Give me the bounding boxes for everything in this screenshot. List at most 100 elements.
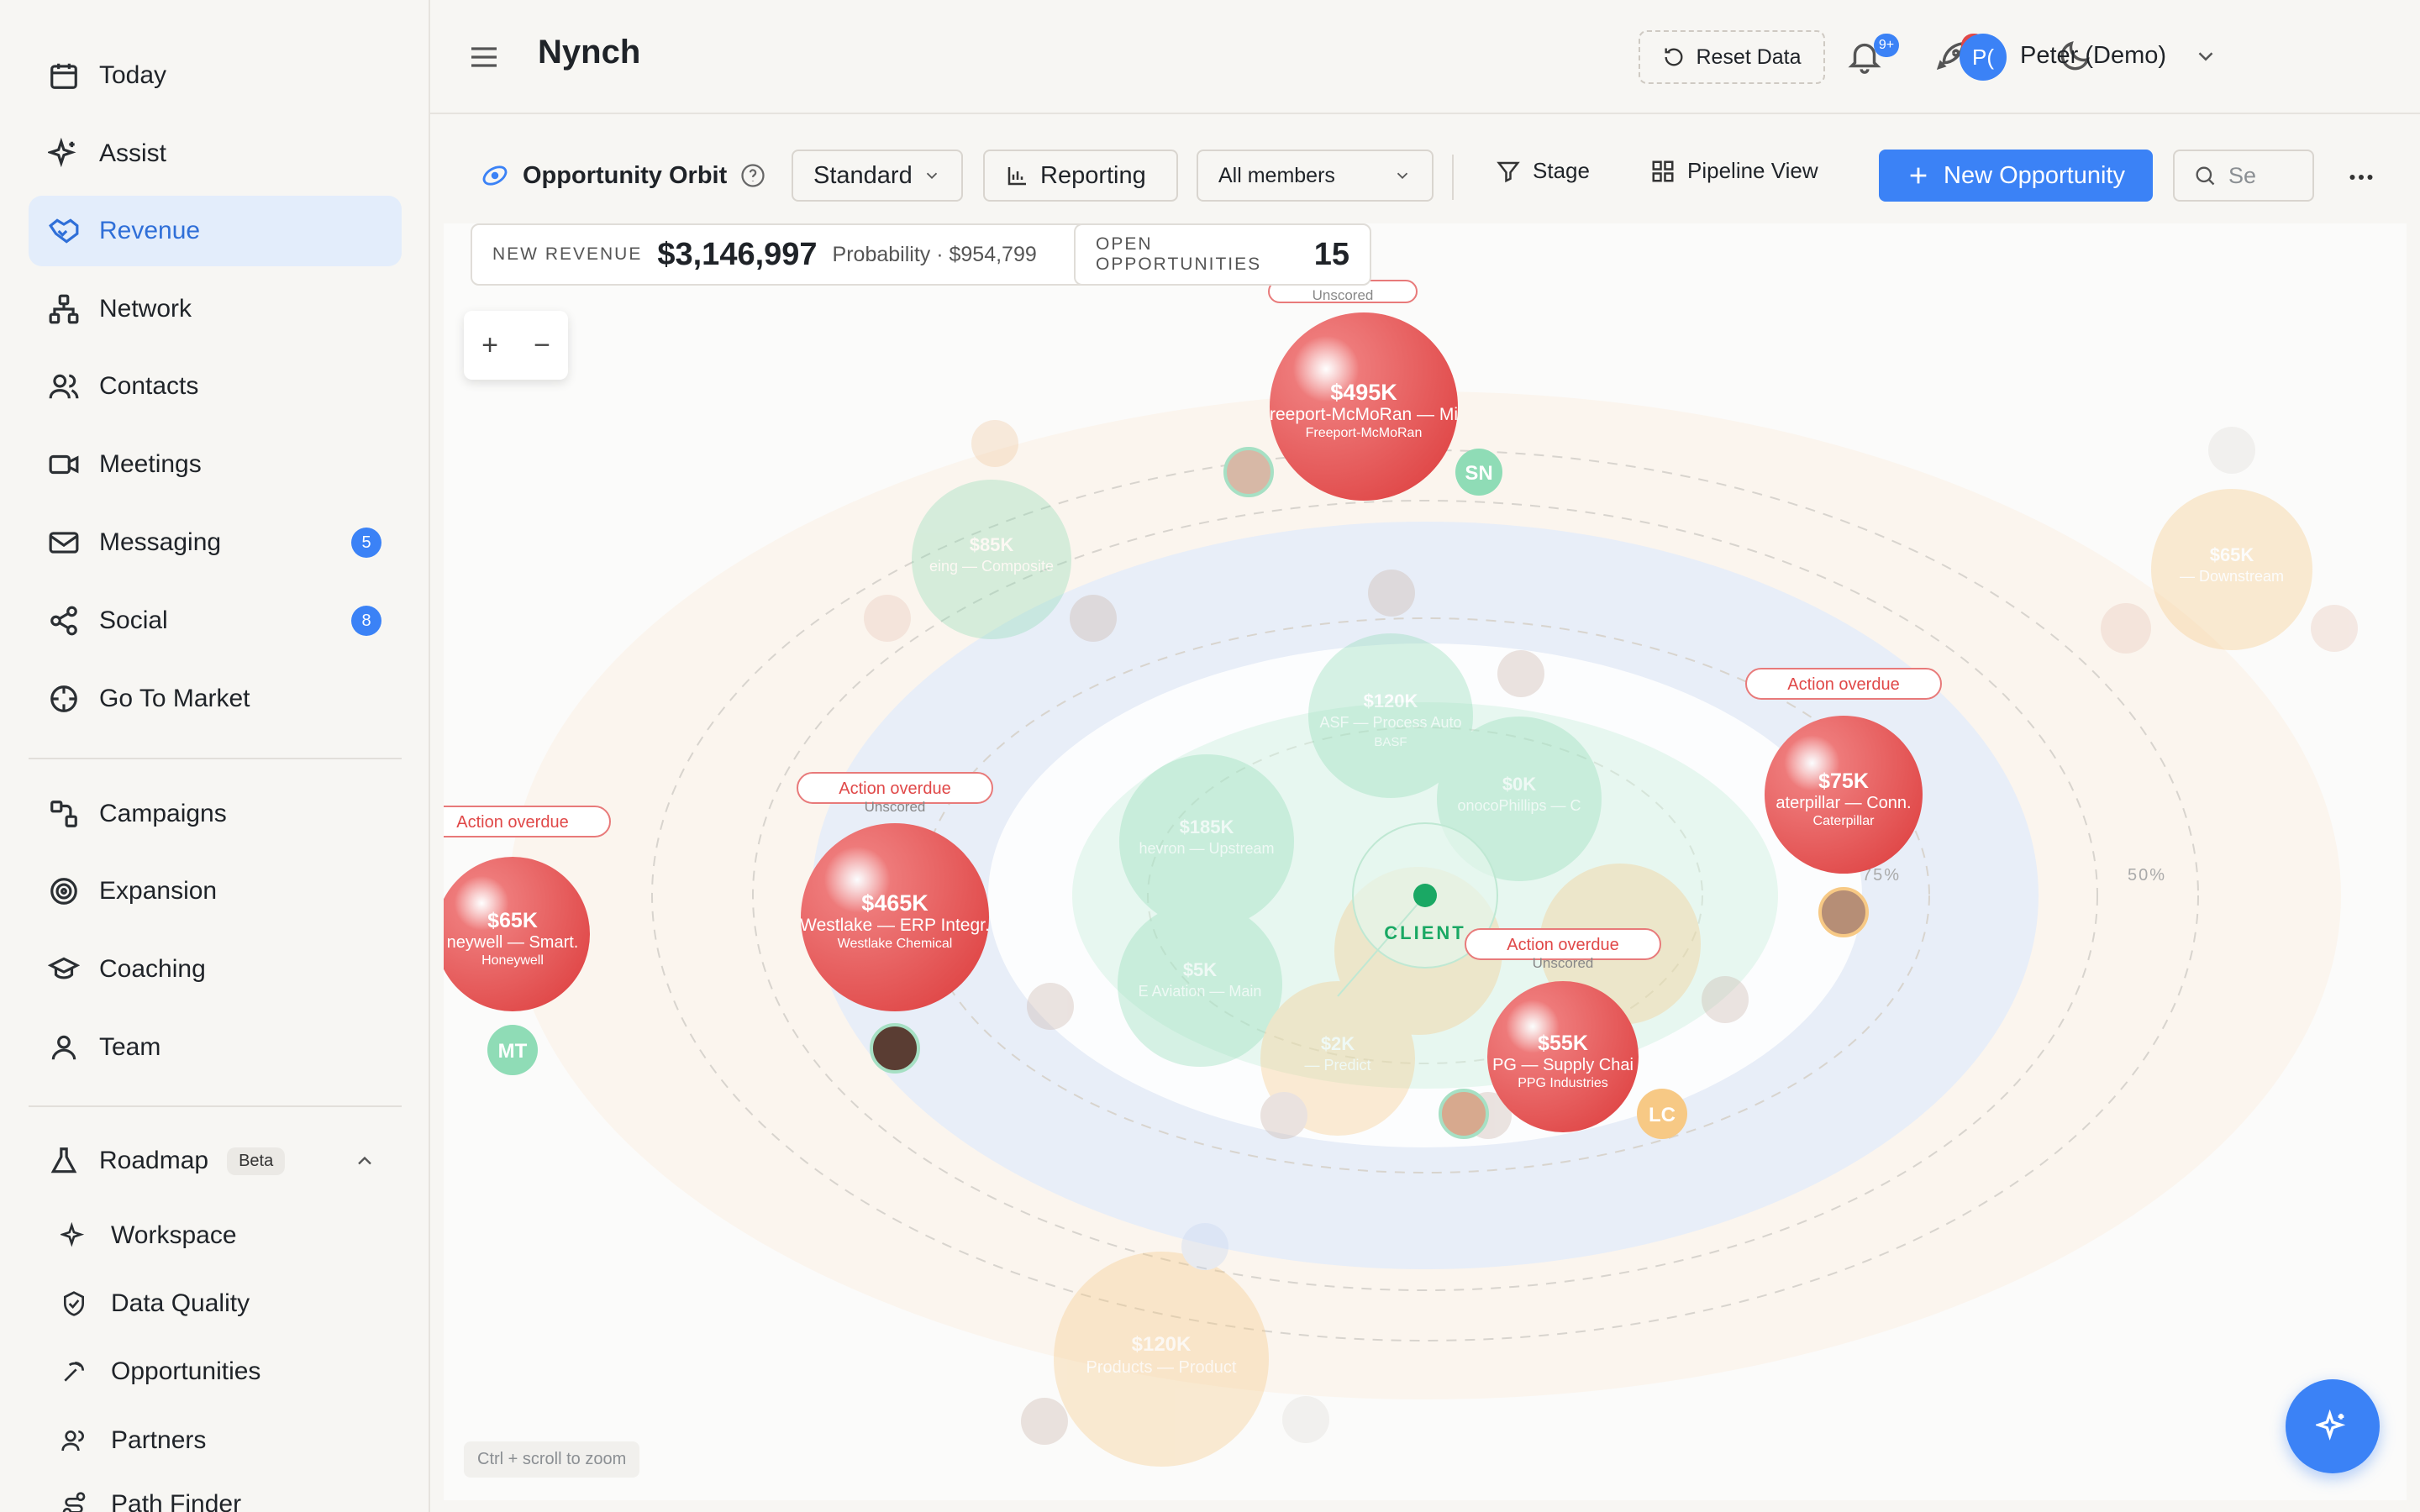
zoom-in-button[interactable]: +: [481, 329, 498, 362]
reset-data-button[interactable]: Reset Data: [1639, 30, 1825, 84]
members-select[interactable]: All members: [1197, 150, 1434, 202]
sidebar-item-team[interactable]: Team: [29, 1012, 402, 1083]
chevron-down-icon: [1397, 172, 1408, 180]
sidebar-subitem-label: Path Finder: [111, 1490, 242, 1512]
opportunity-freeport[interactable]: Unscored $495K reeport-McMoRan — Mi Free…: [1268, 280, 1458, 501]
opportunity-company: Freeport-McMoRan: [1306, 426, 1423, 440]
sidebar-subitem-partners[interactable]: Partners: [60, 1413, 206, 1468]
ring-label-50: 50%: [2128, 866, 2166, 885]
sidebar-item-go-to-market[interactable]: Go To Market: [29, 664, 402, 734]
sidebar-item-meetings[interactable]: Meetings: [29, 429, 402, 500]
faded-member-avatar: [1368, 570, 1415, 617]
faded-member-avatar: [1027, 983, 1074, 1030]
unscored-tag-label: Unscored: [865, 799, 926, 815]
ai-assist-button[interactable]: [2286, 1379, 2380, 1473]
sidebar-item-revenue[interactable]: Revenue: [29, 196, 402, 266]
member-avatar[interactable]: [1439, 1089, 1489, 1139]
zoom-out-button[interactable]: −: [534, 329, 550, 362]
search-placeholder: Se: [2228, 162, 2257, 188]
sidebar-subitem-workspace[interactable]: Workspace: [60, 1208, 237, 1263]
reset-icon: [1665, 48, 1683, 66]
member-initials: LC: [1649, 1104, 1676, 1126]
member-avatar[interactable]: [1818, 887, 1869, 937]
sidebar-item-network[interactable]: Network: [29, 274, 402, 344]
sidebar-item-expansion[interactable]: Expansion: [29, 856, 402, 927]
graduation-cap-icon: [29, 953, 99, 985]
faded-member-avatar: [1702, 976, 1749, 1023]
faded-opportunity-name: onocoPhillips — C: [1457, 797, 1581, 814]
user-avatar[interactable]: P(: [1960, 34, 2007, 81]
faded-opportunity-amount: $120K: [1364, 690, 1418, 711]
sidebar-item-social[interactable]: Social 8: [29, 585, 402, 656]
crosshair-icon: [29, 683, 99, 715]
sidebar-item-contacts[interactable]: Contacts: [29, 351, 402, 422]
stage-filter-button[interactable]: Stage: [1496, 158, 1590, 184]
faded-opportunity-name: E Aviation — Main: [1139, 983, 1262, 1000]
users-icon: [60, 1427, 111, 1454]
opportunity-name: Westlake — ERP Integr.: [800, 916, 990, 935]
view-select[interactable]: Standard: [792, 150, 963, 202]
grid-icon: [1652, 160, 1674, 181]
unscored-tag-label: Unscored: [1533, 955, 1594, 971]
orbit-canvas[interactable]: 75% 50% $85K eing — Composite $120K ASF …: [444, 223, 2407, 1500]
faded-opportunity-name: Products — Product: [1086, 1358, 1237, 1377]
orbit-diagram[interactable]: 75% 50% $85K eing — Composite $120K ASF …: [444, 223, 2407, 1500]
sidebar-item-campaigns[interactable]: Campaigns: [29, 779, 402, 849]
opportunity-amount: $465K: [861, 890, 929, 916]
new-revenue-label: NEW REVENUE: [492, 244, 643, 264]
sidebar-item-label: Team: [99, 1033, 161, 1061]
sidebar-subitem-opportunities[interactable]: Opportunities: [60, 1344, 260, 1399]
more-options-icon[interactable]: [2346, 165, 2376, 190]
chevron-up-icon[interactable]: [353, 1149, 376, 1173]
help-icon[interactable]: [740, 163, 765, 188]
faded-opportunity-amount: $5K: [1183, 959, 1217, 980]
share-icon: [29, 605, 99, 637]
sidebar-item-today[interactable]: Today: [29, 40, 402, 111]
pipeline-view-button[interactable]: Pipeline View: [1650, 158, 1818, 184]
sparkle-icon: [2316, 1410, 2346, 1441]
client-node[interactable]: [1413, 884, 1437, 907]
network-icon: [29, 293, 99, 325]
sidebar-item-label: Network: [99, 295, 192, 323]
beta-badge: Beta: [227, 1147, 286, 1175]
reporting-button[interactable]: Reporting: [983, 150, 1178, 202]
opportunity-company: PPG Industries: [1518, 1076, 1608, 1090]
sidebar-item-label: Go To Market: [99, 685, 250, 712]
sidebar-item-assist[interactable]: Assist: [29, 118, 402, 189]
sidebar-subitem-data-quality[interactable]: Data Quality: [60, 1276, 250, 1331]
top-header: Nynch Reset Data 9+ 9+ P( Peter (Demo): [430, 0, 2420, 114]
faded-opportunity-amount: $0K: [1502, 774, 1536, 795]
faded-opportunity-name: hevron — Upstream: [1139, 840, 1274, 857]
faded-member-avatar: [1070, 595, 1117, 642]
member-avatar[interactable]: [1223, 447, 1274, 497]
faded-opportunity-name: eing — Composite: [929, 558, 1054, 575]
sidebar-item-label: Social: [99, 606, 168, 634]
sidebar-item-coaching[interactable]: Coaching: [29, 934, 402, 1005]
faded-opportunity-name: ASF — Process Auto: [1319, 714, 1461, 731]
chevron-down-icon[interactable]: [2193, 44, 2218, 69]
route-icon: [60, 1491, 111, 1512]
sidebar-subitem-label: Partners: [111, 1426, 207, 1454]
orbit-toolbar: Opportunity Orbit Standard Reporting All…: [430, 114, 2420, 223]
search-input[interactable]: Se: [2173, 150, 2314, 202]
reporting-label: Reporting: [1040, 161, 1146, 189]
alert-badge-label: Action overdue: [456, 813, 568, 832]
hamburger-menu-icon[interactable]: [467, 40, 501, 74]
user-name[interactable]: Peter (Demo): [2020, 42, 2166, 70]
alert-badge-label: Action overdue: [1787, 675, 1899, 694]
pipeline-view-label: Pipeline View: [1687, 158, 1818, 183]
handshake-icon: [29, 215, 99, 247]
faded-opportunity-amount: $85K: [970, 534, 1014, 555]
sidebar-item-messaging[interactable]: Messaging 5: [29, 507, 402, 578]
pickaxe-icon: [60, 1358, 111, 1385]
orbit-icon: [482, 165, 508, 186]
flask-icon: [29, 1145, 99, 1177]
sidebar-item-roadmap[interactable]: Roadmap Beta: [29, 1126, 402, 1196]
opportunity-name: PG — Supply Chai: [1492, 1056, 1634, 1074]
sparkle-icon: [60, 1222, 111, 1249]
faded-member-avatar: [864, 595, 911, 642]
member-avatar[interactable]: [870, 1023, 920, 1074]
new-opportunity-button[interactable]: New Opportunity: [1879, 150, 2153, 202]
sidebar-subitem-path-finder[interactable]: Path Finder: [60, 1477, 241, 1512]
opportunity-company: Honeywell: [481, 953, 544, 968]
